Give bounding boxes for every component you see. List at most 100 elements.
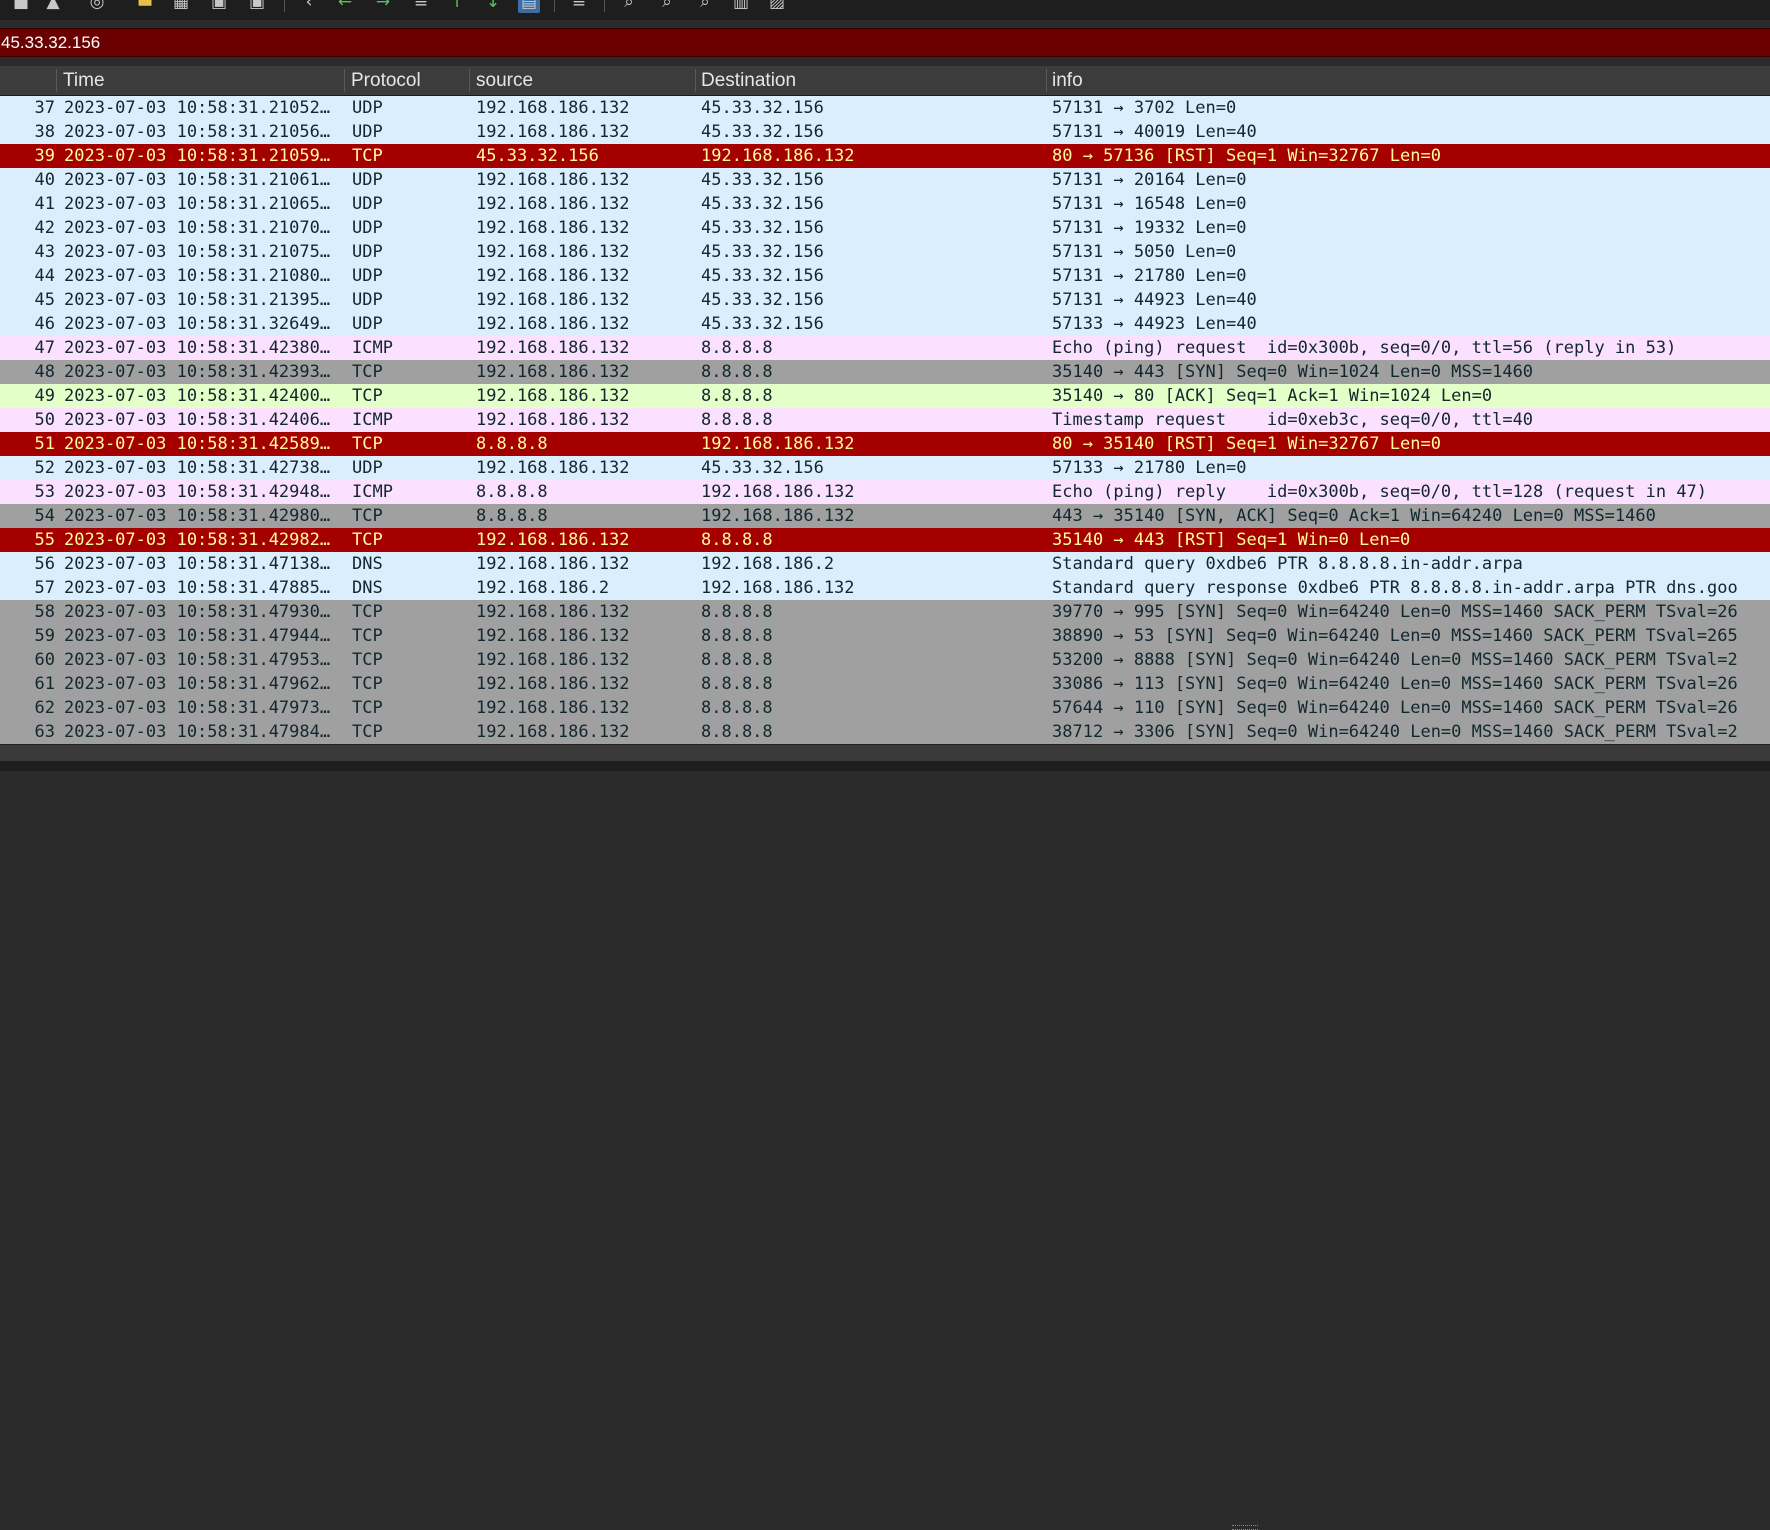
colorize-icon[interactable]: ≡ (568, 0, 590, 13)
expand-icon[interactable]: ▨ (766, 0, 788, 13)
packet-row[interactable]: 49 2023-07-03 10:58:31.42400… TCP 192.168.1… (0, 384, 1770, 408)
packet-info: 443 → 35140 [SYN, ACK] Seq=0 Ack=1 Win=6… (1052, 506, 1656, 526)
packet-source: 192.168.186.132 (476, 362, 630, 382)
packet-source: 192.168.186.132 (476, 674, 630, 694)
packet-row[interactable]: 61 2023-07-03 10:58:31.47962… TCP 192.168.1… (0, 672, 1770, 696)
packet-info: 57644 → 110 [SYN] Seq=0 Win=64240 Len=0 … (1052, 698, 1738, 718)
normal-size-icon[interactable]: ⌕ (694, 0, 716, 13)
packet-info: 57131 → 16548 Len=0 (1052, 194, 1247, 214)
packet-number: 38 (34, 122, 55, 142)
packet-protocol: TCP (352, 722, 383, 742)
packet-row[interactable]: 42 2023-07-03 10:58:31.21070… UDP 192.168.1… (0, 216, 1770, 240)
packet-time: 2023-07-03 10:58:31.42406… (64, 410, 331, 430)
packet-source: 192.168.186.132 (476, 458, 630, 478)
packet-protocol: UDP (352, 458, 383, 478)
packet-info: 57131 → 21780 Len=0 (1052, 266, 1247, 286)
packet-row[interactable]: 50 2023-07-03 10:58:31.42406… ICMP 192.168.… (0, 408, 1770, 432)
find-icon[interactable]: ‹ (298, 0, 320, 13)
packet-row[interactable]: 55 2023-07-03 10:58:31.42982… TCP 192.168.1… (0, 528, 1770, 552)
packet-number: 42 (34, 218, 55, 238)
display-filter-input[interactable] (0, 29, 1770, 56)
reload-icon[interactable]: ▣ (246, 0, 268, 13)
packet-row[interactable]: 48 2023-07-03 10:58:31.42393… TCP 192.168.1… (0, 360, 1770, 384)
first-packet-icon[interactable]: ↑ (446, 0, 468, 13)
packet-row[interactable]: 44 2023-07-03 10:58:31.21080… UDP 192.168.1… (0, 264, 1770, 288)
packet-protocol: TCP (352, 530, 383, 550)
packet-row[interactable]: 39 2023-07-03 10:58:31.21059… TCP 45.33.32.… (0, 144, 1770, 168)
splitter-grip-icon[interactable] (1232, 1525, 1258, 1530)
packet-row[interactable]: 38 2023-07-03 10:58:31.21056… UDP 192.168.1… (0, 120, 1770, 144)
packet-list[interactable]: 37 2023-07-03 10:58:31.21052… UDP 192.168.1… (0, 96, 1770, 744)
packet-source: 192.168.186.132 (476, 602, 630, 622)
go-back-icon[interactable]: ← (334, 0, 356, 13)
packet-row[interactable]: 45 2023-07-03 10:58:31.21395… UDP 192.168.1… (0, 288, 1770, 312)
packet-row[interactable]: 58 2023-07-03 10:58:31.47930… TCP 192.168.1… (0, 600, 1770, 624)
packet-row[interactable]: 40 2023-07-03 10:58:31.21061… UDP 192.168.1… (0, 168, 1770, 192)
column-header-source[interactable]: source (470, 66, 695, 95)
packet-destination: 45.33.32.156 (701, 98, 824, 118)
packet-time: 2023-07-03 10:58:31.32649… (64, 314, 331, 334)
packet-source: 192.168.186.132 (476, 98, 630, 118)
packet-row[interactable]: 47 2023-07-03 10:58:31.42380… ICMP 192.168.… (0, 336, 1770, 360)
toolbar-separator (284, 0, 285, 12)
packet-time: 2023-07-03 10:58:31.42589… (64, 434, 331, 454)
pane-splitter[interactable] (0, 761, 1770, 1530)
packet-protocol: DNS (352, 578, 383, 598)
packet-row[interactable]: 41 2023-07-03 10:58:31.21065… UDP 192.168.1… (0, 192, 1770, 216)
packet-row[interactable]: 60 2023-07-03 10:58:31.47953… TCP 192.168.1… (0, 648, 1770, 672)
packet-row[interactable]: 59 2023-07-03 10:58:31.47944… TCP 192.168.1… (0, 624, 1770, 648)
last-packet-icon[interactable]: ↓ (482, 0, 504, 13)
packet-row[interactable]: 63 2023-07-03 10:58:31.47984… TCP 192.168.1… (0, 720, 1770, 744)
packet-number: 56 (34, 554, 55, 574)
packet-time: 2023-07-03 10:58:31.21075… (64, 242, 331, 262)
open-folder-icon[interactable]: ▬ (134, 0, 156, 13)
packet-row[interactable]: 51 2023-07-03 10:58:31.42589… TCP 8.8.8.8 19… (0, 432, 1770, 456)
packet-time: 2023-07-03 10:58:31.42982… (64, 530, 331, 550)
column-header-info[interactable]: info (1046, 66, 1770, 95)
toolbar-separator (554, 0, 555, 12)
packet-row[interactable]: 46 2023-07-03 10:58:31.32649… UDP 192.168.1… (0, 312, 1770, 336)
packet-row[interactable]: 53 2023-07-03 10:58:31.42948… ICMP 8.8.8.8 1… (0, 480, 1770, 504)
go-forward-icon[interactable]: → (372, 0, 394, 13)
packet-source: 192.168.186.132 (476, 194, 630, 214)
go-to-packet-icon[interactable]: ≡ (410, 0, 432, 13)
packet-destination: 8.8.8.8 (701, 674, 773, 694)
packet-destination: 192.168.186.132 (701, 146, 855, 166)
packet-number: 49 (34, 386, 55, 406)
horizontal-scrollbar[interactable] (0, 744, 1770, 762)
packet-row[interactable]: 54 2023-07-03 10:58:31.42980… TCP 8.8.8.8 19… (0, 504, 1770, 528)
packet-info: Standard query 0xdbe6 PTR 8.8.8.8.in-add… (1052, 554, 1523, 574)
packet-row[interactable]: 62 2023-07-03 10:58:31.47973… TCP 192.168.1… (0, 696, 1770, 720)
packet-protocol: TCP (352, 674, 383, 694)
save-file-icon[interactable]: ▦ (170, 0, 192, 13)
display-filter-bar (0, 28, 1770, 57)
column-header-time[interactable]: Time (57, 66, 344, 95)
close-file-icon[interactable]: ▣ (208, 0, 230, 13)
packet-number: 53 (34, 482, 55, 502)
packet-protocol: TCP (352, 626, 383, 646)
packet-info: 39770 → 995 [SYN] Seq=0 Win=64240 Len=0 … (1052, 602, 1738, 622)
packet-protocol: TCP (352, 698, 383, 718)
packet-row[interactable]: 43 2023-07-03 10:58:31.21075… UDP 192.168.1… (0, 240, 1770, 264)
options-icon[interactable]: ◎ (86, 0, 108, 13)
packet-row[interactable]: 56 2023-07-03 10:58:31.47138… DNS 192.168.1… (0, 552, 1770, 576)
autoscroll-icon[interactable]: ▤ (518, 0, 540, 13)
restart-icon[interactable]: ▲ (42, 0, 64, 13)
stop-icon[interactable]: ■ (10, 0, 32, 13)
column-header-protocol[interactable]: Protocol (345, 66, 469, 95)
packet-time: 2023-07-03 10:58:31.47962… (64, 674, 331, 694)
packet-source: 192.168.186.132 (476, 554, 630, 574)
packet-row[interactable]: 37 2023-07-03 10:58:31.21052… UDP 192.168.1… (0, 96, 1770, 120)
packet-number: 61 (34, 674, 55, 694)
packet-row[interactable]: 57 2023-07-03 10:58:31.47885… DNS 192.168.1… (0, 576, 1770, 600)
column-header-no[interactable] (0, 66, 56, 95)
packet-destination: 45.33.32.156 (701, 458, 824, 478)
column-header-destination[interactable]: Destination (695, 66, 1046, 95)
zoom-in-icon[interactable]: ⌕ (618, 0, 640, 13)
packet-row[interactable]: 52 2023-07-03 10:58:31.42738… UDP 192.168.1… (0, 456, 1770, 480)
packet-protocol: TCP (352, 506, 383, 526)
zoom-out-icon[interactable]: ⌕ (656, 0, 678, 13)
packet-protocol: UDP (352, 314, 383, 334)
resize-columns-icon[interactable]: ▥ (730, 0, 752, 13)
packet-source: 192.168.186.132 (476, 338, 630, 358)
